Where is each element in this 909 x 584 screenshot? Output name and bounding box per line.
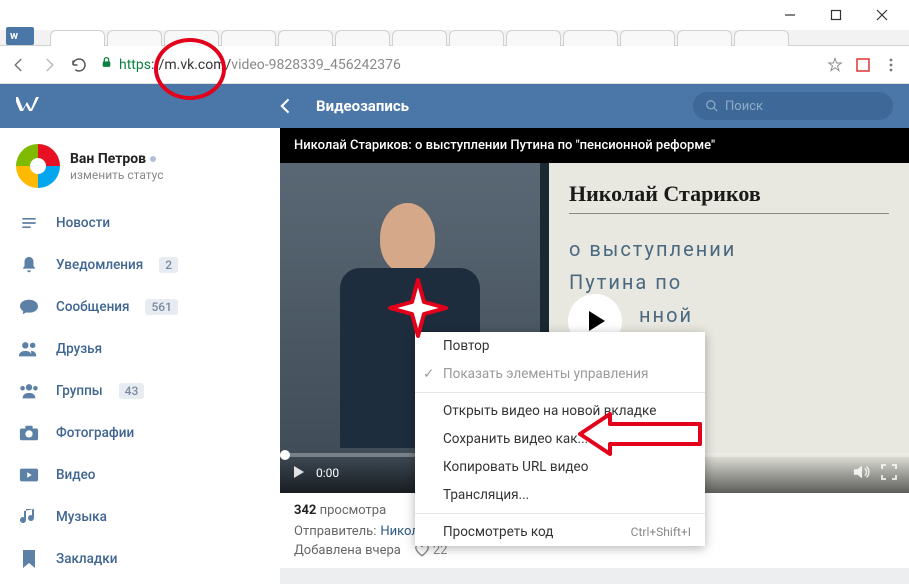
user-name: Ван Петров	[70, 151, 146, 167]
added-label: Добавлена вчера	[294, 543, 401, 558]
video-time: 0:00	[316, 466, 339, 480]
ctx-show-controls[interactable]: ✓Показать элементы управления	[415, 360, 705, 388]
music-icon	[18, 507, 40, 527]
bell-icon	[18, 255, 40, 275]
browser-tab[interactable]	[335, 30, 390, 46]
vk-logo[interactable]	[16, 94, 276, 118]
shortcut-label: Ctrl+Shift+I	[631, 525, 691, 539]
shortcut-label: Ctrl+S	[658, 432, 691, 446]
badge: 561	[145, 299, 177, 315]
vk-header: Видеозапись Поиск	[0, 84, 909, 128]
views-count: 342	[294, 503, 316, 518]
menu-button[interactable]	[883, 57, 899, 73]
sidebar-item-label: Фотографии	[56, 425, 134, 441]
url-path: video-9828339_456242376	[231, 57, 401, 73]
browser-tab[interactable]	[734, 30, 789, 46]
browser-tab[interactable]	[506, 30, 561, 46]
url-input[interactable]: https://m.vk.com/video-9828339_456242376	[100, 56, 815, 73]
ctx-repeat[interactable]: Повтор	[415, 332, 705, 360]
extension-icon[interactable]	[855, 57, 871, 73]
browser-tab[interactable]	[449, 30, 504, 46]
browser-tab-strip: w	[0, 30, 909, 46]
browser-tab[interactable]	[392, 30, 447, 46]
search-input[interactable]: Поиск	[693, 92, 893, 120]
video-title: Николай Стариков: о выступлении Путина п…	[280, 128, 909, 163]
star-icon[interactable]	[827, 57, 843, 73]
window-title-bar	[0, 0, 909, 30]
lock-icon	[100, 56, 113, 73]
vk-back-button[interactable]	[276, 96, 296, 116]
thumb-title: Николай Стариков	[569, 181, 889, 207]
sidebar-item-groups[interactable]: Группы 43	[0, 370, 280, 412]
volume-icon[interactable]	[853, 464, 871, 483]
window-minimize-button[interactable]	[767, 0, 813, 30]
views-label: просмотра	[316, 503, 386, 518]
sidebar-item-notifications[interactable]: Уведомления 2	[0, 244, 280, 286]
back-button[interactable]	[10, 56, 28, 74]
window-close-button[interactable]	[859, 0, 905, 30]
sidebar-item-label: Уведомления	[56, 257, 143, 273]
play-icon[interactable]	[292, 465, 306, 482]
ctx-stream[interactable]: Трансляция...	[415, 481, 705, 509]
sidebar-item-news[interactable]: Новости	[0, 202, 280, 244]
sidebar-item-label: Группы	[56, 383, 103, 399]
sidebar-item-video[interactable]: Видео	[0, 454, 280, 496]
badge: 2	[159, 257, 178, 273]
news-icon	[18, 214, 40, 232]
sender-label: Отправитель:	[294, 524, 376, 539]
reload-button[interactable]	[70, 56, 88, 74]
vk-favicon: w	[10, 29, 18, 42]
browser-tab[interactable]	[677, 30, 732, 46]
user-block[interactable]: Ван Петров изменить статус	[0, 136, 280, 202]
sidebar-item-messages[interactable]: Сообщения 561	[0, 286, 280, 328]
ctx-inspect[interactable]: Просмотреть кодCtrl+Shift+I	[415, 518, 705, 546]
bookmark-icon	[18, 549, 40, 569]
sidebar-item-label: Сообщения	[56, 299, 129, 315]
user-status[interactable]: изменить статус	[70, 168, 164, 182]
chat-icon	[18, 298, 40, 316]
page-title: Видеозапись	[316, 97, 693, 115]
search-icon	[705, 99, 719, 113]
badge: 43	[119, 383, 145, 399]
camera-icon	[18, 424, 40, 442]
browser-tab[interactable]	[563, 30, 618, 46]
sidebar-item-label: Закладки	[56, 551, 117, 567]
online-dot-icon	[150, 156, 156, 162]
browser-tab[interactable]	[107, 30, 162, 46]
url-domain: ://m.vk.com/	[151, 57, 231, 73]
browser-tab[interactable]	[50, 30, 105, 46]
browser-tab[interactable]	[278, 30, 333, 46]
check-icon: ✓	[423, 366, 434, 382]
sidebar-item-label: Новости	[56, 215, 110, 231]
browser-address-bar: https://m.vk.com/video-9828339_456242376	[0, 46, 909, 84]
video-icon	[18, 467, 40, 483]
tab-ghosts	[50, 30, 899, 46]
avatar	[16, 144, 60, 188]
sidebar-item-label: Видео	[56, 467, 95, 483]
sidebar: Ван Петров изменить статус Новости Уведо…	[0, 128, 280, 584]
ctx-open-new-tab[interactable]: Открыть видео на новой вкладке	[415, 397, 705, 425]
ctx-copy-url[interactable]: Копировать URL видео	[415, 453, 705, 481]
window-maximize-button[interactable]	[813, 0, 859, 30]
browser-tab[interactable]	[620, 30, 675, 46]
sidebar-item-photos[interactable]: Фотографии	[0, 412, 280, 454]
forward-button[interactable]	[40, 56, 58, 74]
groups-icon	[18, 382, 40, 400]
sidebar-item-music[interactable]: Музыка	[0, 496, 280, 538]
sidebar-item-friends[interactable]: Друзья	[0, 328, 280, 370]
search-placeholder: Поиск	[725, 99, 763, 114]
browser-tab[interactable]	[164, 30, 219, 46]
sidebar-item-bookmarks[interactable]: Закладки	[0, 538, 280, 580]
sidebar-item-label: Друзья	[56, 341, 102, 357]
friends-icon	[18, 340, 40, 358]
browser-tab[interactable]	[221, 30, 276, 46]
context-menu: Повтор ✓Показать элементы управления Отк…	[415, 332, 705, 546]
fullscreen-icon[interactable]	[881, 464, 897, 483]
url-scheme: https	[119, 57, 151, 73]
sidebar-item-label: Музыка	[56, 509, 107, 525]
ctx-save-as[interactable]: Сохранить видео как...Ctrl+S	[415, 425, 705, 453]
